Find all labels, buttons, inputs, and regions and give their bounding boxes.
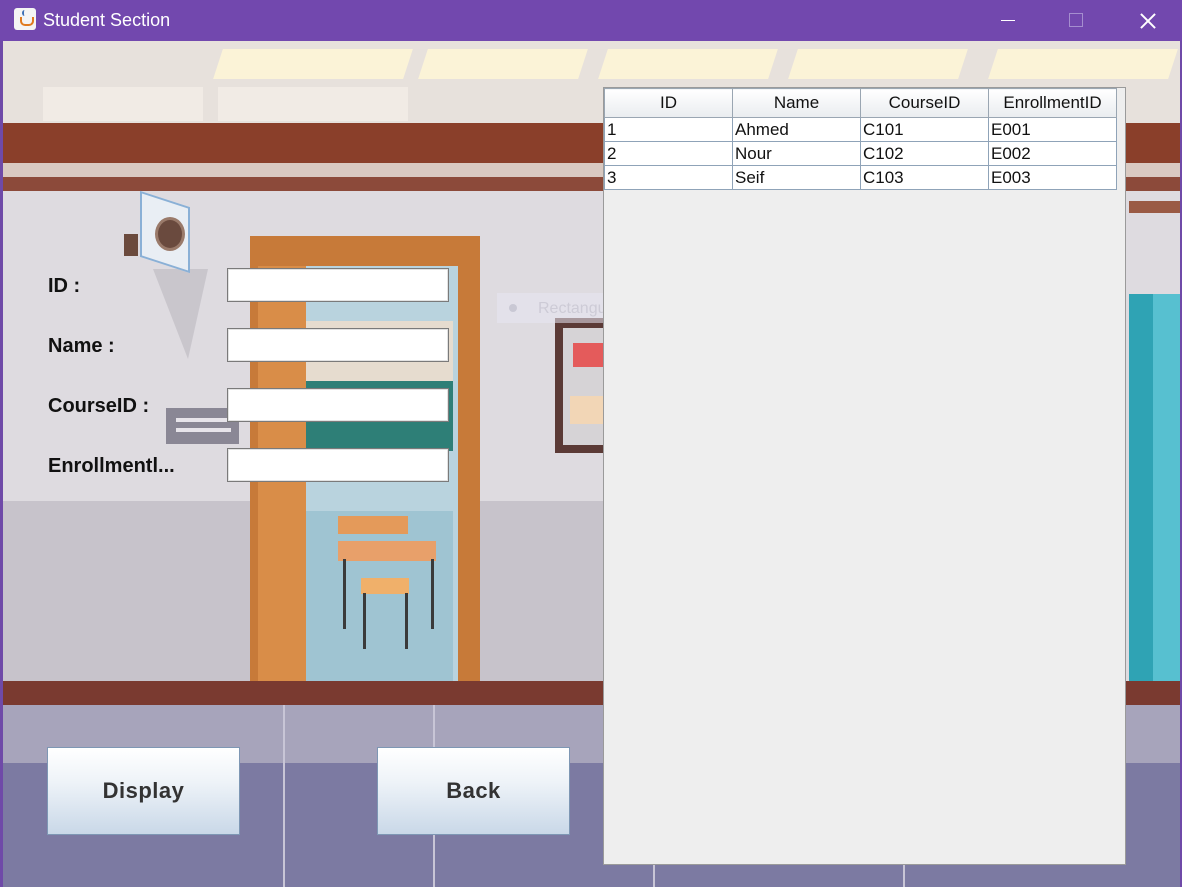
locker-trim [1129,201,1180,213]
desk-leg [431,559,434,629]
column-header-name[interactable]: Name [732,88,861,118]
enrollment-id-input[interactable] [227,448,449,482]
desk [338,541,436,561]
enrollment-id-label: Enrollmentl... [48,455,175,477]
ceiling-tile [43,87,203,121]
column-header-course-id[interactable]: CourseID [860,88,989,118]
table-cell[interactable]: C103 [860,165,989,190]
table-cell[interactable]: Nour [732,141,861,166]
table-row[interactable]: 3 Seif C103 E003 [604,165,1117,190]
floor-line [283,705,285,887]
table-cell[interactable]: 1 [604,117,733,142]
table-cell[interactable]: E002 [988,141,1117,166]
title-bar: Student Section [0,0,1182,41]
minimize-button[interactable] [972,0,1042,41]
snip-dot-icon [509,304,517,312]
camera-shadow [153,269,208,359]
ceiling-tile [988,49,1178,79]
ceiling-tile [218,87,408,121]
bulletin-note [570,396,606,424]
name-label: Name : [48,335,115,357]
table-cell[interactable]: 2 [604,141,733,166]
table-row[interactable]: 2 Nour C102 E002 [604,141,1117,166]
course-id-label: CourseID : [48,395,150,417]
name-input[interactable] [227,328,449,362]
table-cell[interactable]: E001 [988,117,1117,142]
ceiling-tile [418,49,588,79]
table-cell[interactable]: E003 [988,165,1117,190]
desk [338,516,408,534]
table-cell[interactable]: Seif [732,165,861,190]
java-cup-icon [14,8,36,30]
id-label: ID : [48,275,81,297]
back-button[interactable]: Back [377,747,570,835]
table-cell[interactable]: Ahmed [732,117,861,142]
display-button[interactable]: Display [47,747,240,835]
chair-leg [363,593,366,649]
camera-mount [124,234,138,256]
table-cell[interactable]: C102 [860,141,989,166]
course-id-input[interactable] [227,388,449,422]
student-table-pane[interactable]: ID Name CourseID EnrollmentID 1 Ahmed C1… [603,87,1126,865]
student-table: ID Name CourseID EnrollmentID 1 Ahmed C1… [604,88,1117,190]
close-button[interactable] [1112,0,1182,41]
maximize-button[interactable] [1040,0,1110,41]
bulletin-note [573,343,605,367]
chair-leg [405,593,408,649]
ceiling-tile [598,49,778,79]
table-cell[interactable]: C101 [860,117,989,142]
camera-lens [155,217,185,251]
ceiling-tile [788,49,968,79]
ceiling-tile [213,49,413,79]
column-header-enrollment-id[interactable]: EnrollmentID [988,88,1117,118]
locker [1153,294,1180,702]
desk-leg [343,559,346,629]
window-title: Student Section [43,10,171,30]
table-header-row: ID Name CourseID EnrollmentID [604,88,1117,118]
table-cell[interactable]: 3 [604,165,733,190]
id-input[interactable] [227,268,449,302]
column-header-id[interactable]: ID [604,88,733,118]
table-row[interactable]: 1 Ahmed C101 E001 [604,117,1117,142]
chair [361,578,409,594]
